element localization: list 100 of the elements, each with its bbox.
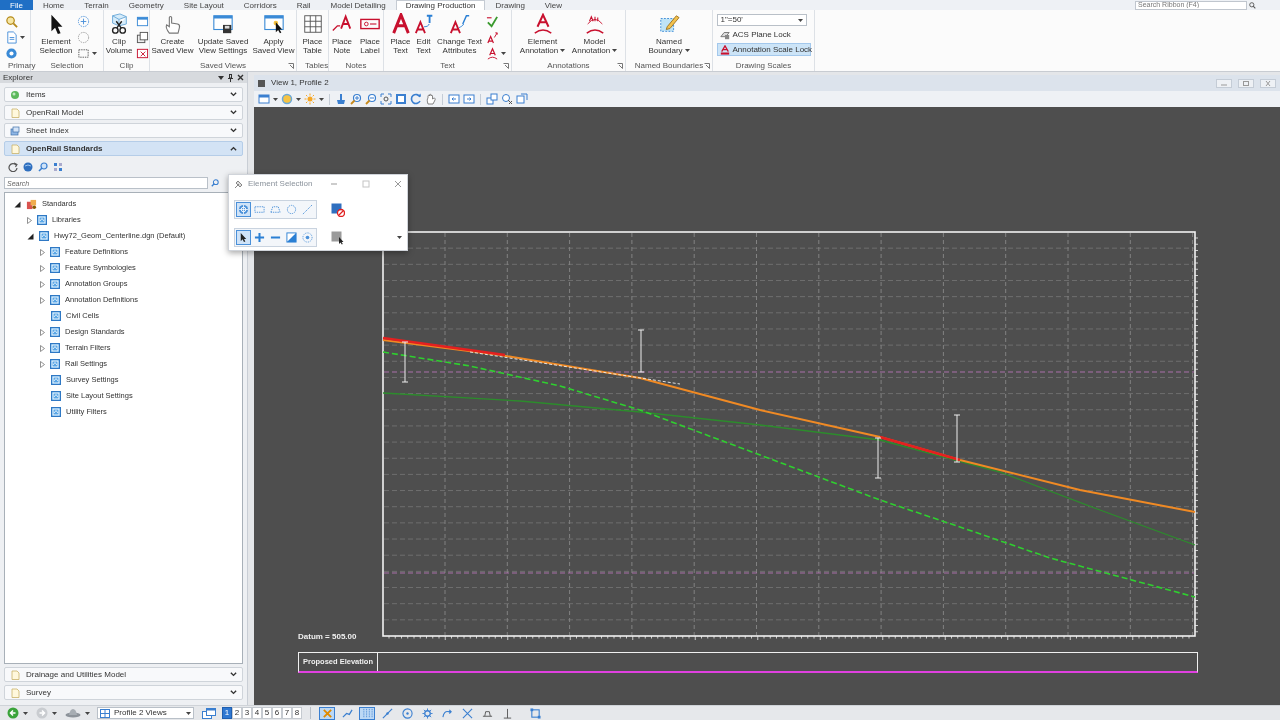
ribbon-tab[interactable]: Rail bbox=[286, 0, 321, 10]
square-pointer-icon[interactable] bbox=[331, 230, 345, 245]
triangle-right-icon[interactable] bbox=[40, 296, 45, 304]
ribbon-button[interactable]: Update Saved View Settings bbox=[196, 13, 250, 55]
clip-view-icon[interactable] bbox=[501, 93, 513, 105]
panel-header[interactable]: Sheet Index bbox=[4, 123, 243, 138]
triangle-down-icon[interactable] bbox=[27, 232, 34, 240]
caret-icon[interactable] bbox=[52, 711, 57, 715]
ribbon-button[interactable]: Place Text bbox=[389, 13, 412, 55]
mode-button[interactable] bbox=[236, 230, 251, 245]
triangle-right-icon[interactable] bbox=[40, 328, 45, 336]
close-icon[interactable] bbox=[237, 74, 244, 81]
caret-icon[interactable] bbox=[23, 711, 28, 715]
panel-header[interactable]: OpenRail Model bbox=[4, 105, 243, 120]
ribbon-tab[interactable]: Terrain bbox=[74, 0, 119, 10]
caret-icon[interactable] bbox=[85, 711, 90, 715]
ribbon-button[interactable]: Place Table bbox=[299, 13, 326, 55]
panel-header[interactable]: OpenRail Standards bbox=[4, 141, 243, 156]
tool-button[interactable] bbox=[136, 30, 149, 44]
ribbon-button[interactable]: Change Text Attributes bbox=[435, 13, 484, 55]
view-number-button[interactable]: 1 bbox=[222, 707, 232, 719]
caret-icon[interactable] bbox=[296, 97, 301, 101]
launcher-icon[interactable] bbox=[617, 63, 623, 69]
tool-button[interactable] bbox=[485, 46, 506, 60]
snap-button[interactable] bbox=[399, 706, 415, 720]
tool-button[interactable] bbox=[77, 46, 97, 60]
panel-header[interactable]: Drainage and Utilities Model bbox=[4, 667, 243, 682]
launcher-icon[interactable] bbox=[704, 63, 710, 69]
lock-toggle[interactable]: ACS Plane Lock bbox=[716, 28, 811, 41]
snap-button[interactable] bbox=[359, 706, 375, 720]
ribbon-button[interactable]: Clip Volume bbox=[104, 13, 134, 55]
method-button[interactable] bbox=[236, 202, 251, 217]
windows-icon[interactable] bbox=[202, 707, 216, 719]
ribbon-tab[interactable]: View bbox=[534, 0, 573, 10]
view-number-button[interactable]: 8 bbox=[292, 707, 302, 719]
fit-view-icon[interactable] bbox=[380, 93, 392, 105]
tool-button[interactable] bbox=[136, 14, 149, 28]
dashed-line-icon bbox=[302, 204, 313, 215]
ribbon-tab[interactable]: File bbox=[0, 0, 33, 10]
ribbon-button[interactable]: Place Label bbox=[357, 13, 383, 55]
caret-icon[interactable] bbox=[319, 97, 324, 101]
refresh-icon[interactable] bbox=[8, 162, 18, 172]
triangle-right-icon[interactable] bbox=[40, 280, 45, 288]
brush-icon[interactable] bbox=[335, 93, 347, 105]
ribbon-tab[interactable]: Geometry bbox=[118, 0, 174, 10]
scale-dropdown[interactable]: 1"=50' bbox=[716, 14, 807, 26]
ribbon-button[interactable]: Named Boundary bbox=[646, 13, 692, 55]
triangle-right-icon[interactable] bbox=[40, 264, 45, 272]
previous-view-icon[interactable] bbox=[448, 93, 460, 105]
ribbon-button[interactable]: Create Saved View bbox=[150, 13, 195, 55]
triangle-right-icon[interactable] bbox=[40, 360, 45, 368]
view-number-button[interactable]: 7 bbox=[282, 707, 292, 719]
ribbon-tab[interactable]: Drawing bbox=[485, 0, 535, 10]
view-number-button[interactable]: 3 bbox=[242, 707, 252, 719]
tool-button[interactable] bbox=[136, 46, 149, 60]
ribbon-button[interactable]: Element Selection bbox=[37, 13, 75, 55]
rotate-icon[interactable] bbox=[410, 93, 422, 105]
search-icon[interactable] bbox=[38, 162, 48, 172]
view-number-button[interactable]: 2 bbox=[232, 707, 242, 719]
ribbon-tab[interactable]: Site Layout bbox=[173, 0, 234, 10]
ribbon-button[interactable]: Apply Saved View bbox=[251, 13, 296, 55]
caret-icon[interactable] bbox=[273, 97, 278, 101]
clear-selection-icon[interactable] bbox=[331, 202, 345, 217]
zoom-in-icon[interactable] bbox=[350, 93, 362, 105]
window-save-icon bbox=[212, 13, 234, 35]
panel-header[interactable]: Items bbox=[4, 87, 243, 102]
caret-icon[interactable] bbox=[397, 236, 402, 239]
tool-button[interactable] bbox=[5, 30, 25, 44]
triangle-right-icon[interactable] bbox=[27, 216, 32, 224]
lock-toggle[interactable]: Annotation Scale Lock bbox=[716, 43, 811, 56]
pan-hand-icon[interactable] bbox=[425, 93, 437, 105]
snap-button[interactable] bbox=[319, 706, 335, 720]
snap-button[interactable] bbox=[419, 706, 435, 720]
ribbon-button[interactable]: Place Note bbox=[329, 13, 355, 55]
triangle-right-icon[interactable] bbox=[40, 344, 45, 352]
window-area-icon[interactable] bbox=[395, 93, 407, 105]
pin-icon[interactable] bbox=[228, 73, 233, 82]
ribbon-button[interactable]: Edit Text bbox=[413, 13, 434, 55]
ribbon-tab[interactable]: Model Detailing bbox=[320, 0, 396, 10]
launcher-icon[interactable] bbox=[503, 63, 509, 69]
four-squares-icon[interactable] bbox=[53, 162, 63, 172]
ribbon-button[interactable]: Element Annotation bbox=[517, 13, 568, 55]
globe-icon[interactable] bbox=[23, 162, 33, 172]
triangle-right-icon[interactable] bbox=[40, 248, 45, 256]
snap-button[interactable] bbox=[527, 706, 543, 720]
view-group-dropdown[interactable]: Profile 2 Views bbox=[97, 707, 194, 719]
triangle-down-icon[interactable] bbox=[14, 200, 21, 208]
view-window-icon[interactable] bbox=[258, 93, 270, 105]
ribbon-tab[interactable]: Home bbox=[32, 0, 75, 10]
next-view-icon[interactable] bbox=[463, 93, 475, 105]
launcher-icon[interactable] bbox=[288, 63, 294, 69]
ribbon-tab[interactable]: Corridors bbox=[233, 0, 287, 10]
restore-icon[interactable] bbox=[1238, 78, 1254, 88]
search-icon[interactable] bbox=[211, 179, 219, 187]
ribbon-button[interactable]: Model Annotation bbox=[569, 13, 620, 55]
zoom-out-icon[interactable] bbox=[365, 93, 377, 105]
caret-icon[interactable] bbox=[218, 75, 224, 80]
back-icon[interactable] bbox=[7, 707, 19, 719]
search-icon[interactable] bbox=[1249, 2, 1256, 9]
panel-header[interactable]: Survey bbox=[4, 685, 243, 700]
